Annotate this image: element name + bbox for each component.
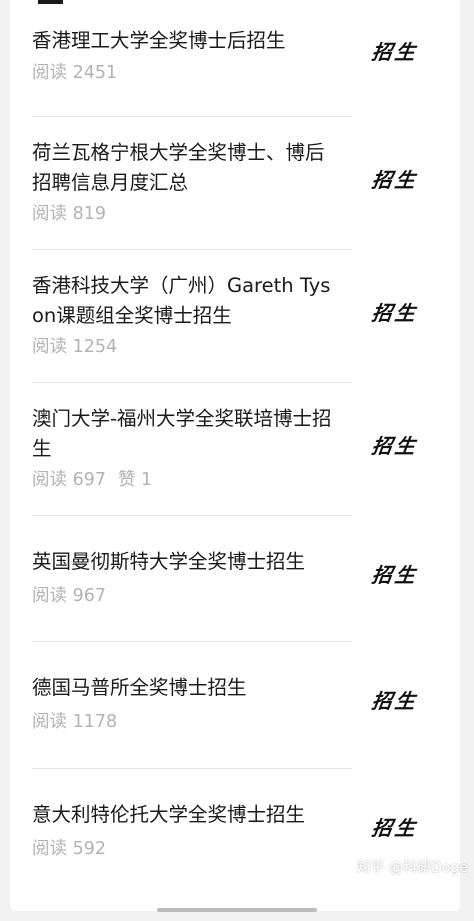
list-item[interactable]: 英国曼彻斯特大学全奖博士招生 阅读 967 招生	[32, 547, 452, 617]
recruitment-stamp: 招生	[370, 816, 420, 840]
article-meta: 阅读 697 赞 1	[32, 468, 152, 492]
list-item[interactable]: 香港理工大学全奖博士后招生 阅读 2451 招生	[32, 26, 452, 96]
divider	[32, 382, 352, 383]
list-item[interactable]: 香港科技大学（广州）Gareth Tyson课题组全奖博士招生 阅读 1254 …	[32, 271, 452, 366]
divider	[32, 515, 352, 516]
article-title[interactable]: 意大利特伦托大学全奖博士招生	[32, 800, 342, 830]
recruitment-stamp: 招生	[370, 40, 420, 64]
article-title[interactable]: 香港科技大学（广州）Gareth Tyson课题组全奖博士招生	[32, 271, 342, 331]
read-count: 阅读 592	[32, 839, 106, 859]
article-title[interactable]: 澳门大学-福州大学全奖联培博士招生	[32, 404, 342, 464]
read-count: 阅读 1178	[32, 712, 118, 732]
divider	[32, 249, 352, 250]
article-list: 香港理工大学全奖博士后招生 阅读 2451 招生 荷兰瓦格宁根大学全奖博士、博后…	[10, 0, 460, 911]
read-count: 阅读 967	[32, 586, 106, 606]
recruitment-stamp: 招生	[370, 301, 420, 325]
recruitment-stamp: 招生	[370, 434, 420, 458]
recruitment-stamp: 招生	[370, 689, 420, 713]
article-title[interactable]: 德国马普所全奖博士招生	[32, 673, 342, 703]
divider	[32, 768, 352, 769]
article-meta: 阅读 592	[32, 837, 106, 861]
article-title[interactable]: 香港理工大学全奖博士后招生	[32, 26, 342, 56]
list-item[interactable]: 澳门大学-福州大学全奖联培博士招生 阅读 697 赞 1 招生	[32, 404, 452, 499]
article-meta: 阅读 967	[32, 584, 106, 608]
screen: 香港理工大学全奖博士后招生 阅读 2451 招生 荷兰瓦格宁根大学全奖博士、博后…	[0, 0, 474, 921]
like-count: 赞 1	[117, 470, 153, 490]
article-title[interactable]: 英国曼彻斯特大学全奖博士招生	[32, 547, 342, 577]
list-item[interactable]: 德国马普所全奖博士招生 阅读 1178 招生	[32, 673, 452, 743]
recruitment-stamp: 招生	[370, 168, 420, 192]
home-indicator[interactable]	[157, 908, 317, 912]
article-meta: 阅读 1178	[32, 710, 117, 734]
list-item[interactable]: 荷兰瓦格宁根大学全奖博士、博后招聘信息月度汇总 阅读 819 招生	[32, 138, 452, 233]
read-count: 阅读 819	[32, 204, 106, 224]
zhihu-watermark: 知乎 @科研Doge	[356, 860, 468, 876]
read-count: 阅读 2451	[32, 63, 118, 83]
divider	[32, 116, 352, 117]
read-count: 阅读 697	[32, 470, 106, 490]
article-title[interactable]: 荷兰瓦格宁根大学全奖博士、博后招聘信息月度汇总	[32, 138, 342, 198]
recruitment-stamp: 招生	[370, 563, 420, 587]
article-meta: 阅读 1254	[32, 335, 117, 359]
article-meta: 阅读 2451	[32, 61, 117, 85]
article-meta: 阅读 819	[32, 202, 106, 226]
divider	[32, 641, 352, 642]
read-count: 阅读 1254	[32, 337, 118, 357]
article-list-card: 香港理工大学全奖博士后招生 阅读 2451 招生 荷兰瓦格宁根大学全奖博士、博后…	[10, 0, 460, 911]
